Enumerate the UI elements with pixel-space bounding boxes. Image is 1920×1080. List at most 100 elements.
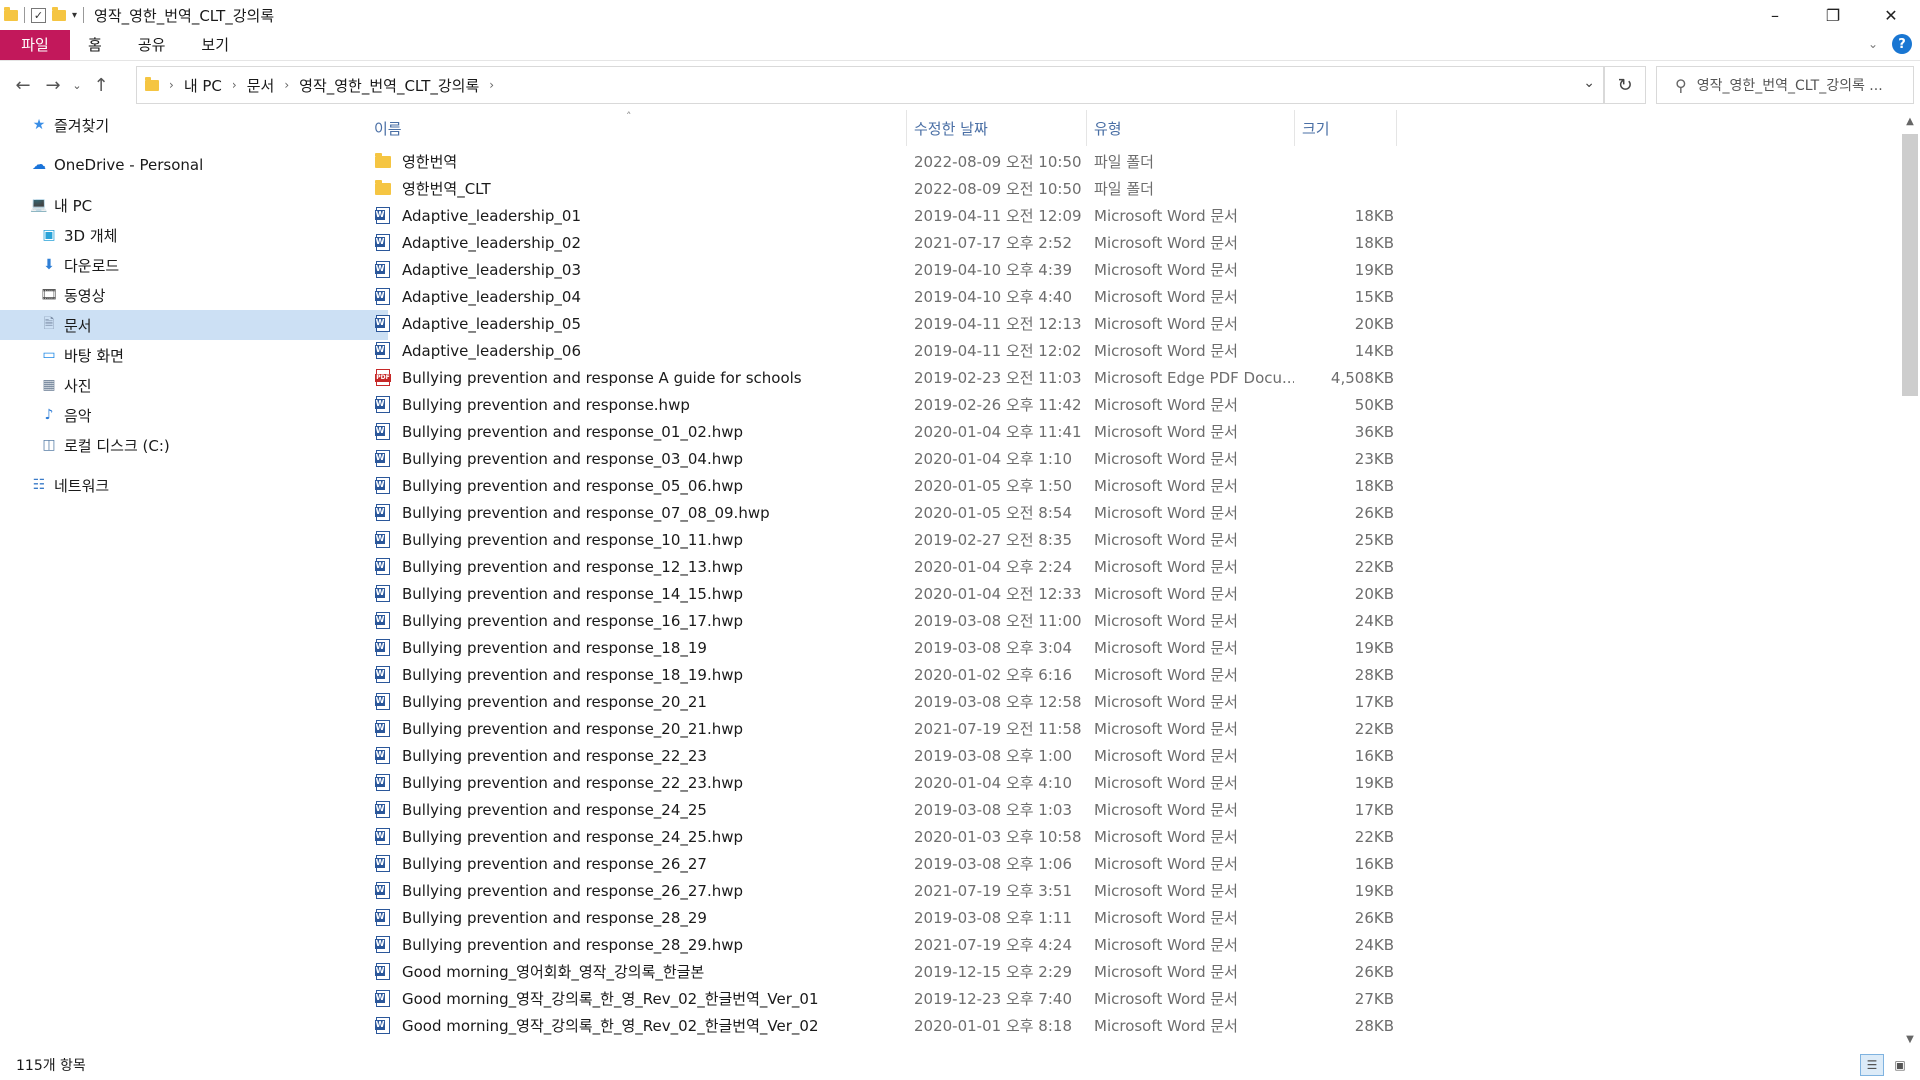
file-name-cell[interactable]: Adaptive_leadership_01 [374,207,904,225]
file-row[interactable]: Adaptive_leadership_04 2019-04-10 오후 4:40… [374,283,1554,310]
search-box[interactable]: ⚲ 영작_영한_번역_CLT_강의록 ... [1656,66,1914,104]
column-header-size[interactable]: 크기 [1302,110,1330,146]
file-row[interactable]: Bullying prevention and response_22_23 20… [374,742,1554,769]
forward-button[interactable]: → [38,75,68,96]
file-row[interactable]: Bullying prevention and response_18_19.h… [374,661,1554,688]
file-name-cell[interactable]: Bullying prevention and response_26_27.h… [374,882,904,900]
column-header-type[interactable]: 유형 [1094,110,1122,146]
file-name-cell[interactable]: Bullying prevention and response_28_29 [374,909,904,927]
file-name-cell[interactable]: Bullying prevention and response_01_02.h… [374,423,904,441]
file-row[interactable]: Good morning_영어회화_영작_강의록_한글본 2019-12-15 오… [374,958,1554,985]
file-row[interactable]: Bullying prevention and response_20_21.h… [374,715,1554,742]
column-header-date[interactable]: 수정한 날짜 [914,110,988,146]
file-name-cell[interactable]: Good morning_영작_강의록_한_영_Rev_02_한글번역_Ver_… [374,988,904,1009]
nav-item-favorites[interactable]: ★ 즐겨찾기 [0,110,378,140]
file-row[interactable]: Bullying prevention and response_24_25.h… [374,823,1554,850]
tab-home[interactable]: 홈 [70,30,120,60]
recent-locations-icon[interactable]: ⌄ [68,79,86,92]
tab-file[interactable]: 파일 [0,30,70,60]
file-name-cell[interactable]: Bullying prevention and response A guide… [374,369,904,387]
file-row[interactable]: Bullying prevention and response_05_06.h… [374,472,1554,499]
file-row[interactable]: Bullying prevention and response A guide… [374,364,1554,391]
file-name-cell[interactable]: Adaptive_leadership_03 [374,261,904,279]
file-row[interactable]: Bullying prevention and response_01_02.h… [374,418,1554,445]
file-name-cell[interactable]: Bullying prevention and response_24_25 [374,801,904,819]
file-name-cell[interactable]: Bullying prevention and response_28_29.h… [374,936,904,954]
file-name-cell[interactable]: Bullying prevention and response_22_23 [374,747,904,765]
help-icon[interactable]: ? [1892,34,1912,54]
file-row[interactable]: Bullying prevention and response_14_15.h… [374,580,1554,607]
address-bar[interactable]: › 내 PC › 문서 › 영작_영한_번역_CLT_강의록 › ⌄ [136,66,1604,104]
column-divider[interactable] [906,110,907,146]
nav-item-downloads[interactable]: ⬇ 다운로드 [0,250,388,280]
nav-item-documents[interactable]: 🗎 문서 [0,310,388,340]
file-name-cell[interactable]: Bullying prevention and response_20_21 [374,693,904,711]
file-name-cell[interactable]: Good morning_영작_강의록_한_영_Rev_02_한글번역_Ver_… [374,1015,904,1036]
column-divider[interactable] [1086,110,1087,146]
file-row[interactable]: Bullying prevention and response_12_13.h… [374,553,1554,580]
file-name-cell[interactable]: Bullying prevention and response_18_19.h… [374,666,904,684]
file-name-cell[interactable]: Bullying prevention and response_14_15.h… [374,585,904,603]
nav-item-desktop[interactable]: ▭ 바탕 화면 [0,340,388,370]
chevron-right-icon[interactable]: › [489,78,494,92]
file-row[interactable]: Adaptive_leadership_06 2019-04-11 오전 12:0… [374,337,1554,364]
address-history-dropdown-icon[interactable]: ⌄ [1583,75,1595,91]
file-row[interactable]: Bullying prevention and response_28_29.h… [374,931,1554,958]
file-name-cell[interactable]: Bullying prevention and response_24_25.h… [374,828,904,846]
chevron-right-icon[interactable]: › [169,78,174,92]
file-row[interactable]: Bullying prevention and response_24_25 20… [374,796,1554,823]
file-name-cell[interactable]: Bullying prevention and response.hwp [374,396,904,414]
file-row[interactable]: Bullying prevention and response_28_29 20… [374,904,1554,931]
nav-item-onedrive[interactable]: ☁ OneDrive - Personal [0,150,378,180]
file-row[interactable]: Bullying prevention and response_16_17.h… [374,607,1554,634]
nav-item-pictures[interactable]: ▦ 사진 [0,370,388,400]
file-row[interactable]: Bullying prevention and response_18_19 20… [374,634,1554,661]
minimize-button[interactable]: – [1746,0,1804,30]
folder-row[interactable]: 영한번역_CLT 2022-08-09 오전 10:50 파일 폴더 [374,175,1554,202]
file-row[interactable]: Bullying prevention and response_22_23.h… [374,769,1554,796]
file-name-cell[interactable]: Bullying prevention and response_12_13.h… [374,558,904,576]
refresh-button[interactable]: ↻ [1604,66,1646,104]
file-row[interactable]: Good morning_영작_강의록_한_영_Rev_02_한글번역_Ver_… [374,985,1554,1012]
nav-item-music[interactable]: ♪ 음악 [0,400,388,430]
details-view-icon[interactable]: ☰ [1860,1054,1884,1076]
properties-checkbox-icon[interactable]: ✓ [31,7,46,23]
file-name-cell[interactable]: Bullying prevention and response_03_04.h… [374,450,904,468]
file-row[interactable]: Bullying prevention and response_03_04.h… [374,445,1554,472]
file-name-cell[interactable]: 영한번역 [374,151,904,172]
scroll-down-icon[interactable]: ▼ [1900,1030,1920,1050]
customize-dropdown-icon[interactable]: ▾ [72,10,77,21]
file-name-cell[interactable]: Bullying prevention and response_16_17.h… [374,612,904,630]
crumb-current-folder[interactable]: 영작_영한_번역_CLT_강의록 [299,75,479,96]
search-input[interactable]: 영작_영한_번역_CLT_강의록 ... [1697,75,1883,95]
file-name-cell[interactable]: Good morning_영어회화_영작_강의록_한글본 [374,961,904,982]
file-name-cell[interactable]: Bullying prevention and response_10_11.h… [374,531,904,549]
vertical-scrollbar[interactable]: ▲ ▼ [1900,112,1920,1052]
nav-item-3d-objects[interactable]: ▣ 3D 개체 [0,220,388,250]
file-name-cell[interactable]: Adaptive_leadership_02 [374,234,904,252]
file-name-cell[interactable]: Bullying prevention and response_07_08_0… [374,504,904,522]
column-divider[interactable] [1396,110,1397,146]
file-row[interactable]: Good morning_영작_강의록_한_영_Rev_02_한글번역_Ver_… [374,1012,1554,1039]
scroll-up-icon[interactable]: ▲ [1900,112,1920,132]
new-folder-icon[interactable] [52,6,66,21]
expand-ribbon-icon[interactable]: ⌄ [1868,37,1878,51]
file-name-cell[interactable]: Adaptive_leadership_05 [374,315,904,333]
up-button[interactable]: ↑ [86,75,116,96]
nav-item-network[interactable]: ☷ 네트워크 [0,470,378,500]
file-row[interactable]: Adaptive_leadership_03 2019-04-10 오후 4:39… [374,256,1554,283]
file-row[interactable]: Bullying prevention and response.hwp 2019… [374,391,1554,418]
file-name-cell[interactable]: Bullying prevention and response_05_06.h… [374,477,904,495]
file-name-cell[interactable]: Bullying prevention and response_20_21.h… [374,720,904,738]
column-divider[interactable] [1294,110,1295,146]
file-name-cell[interactable]: 영한번역_CLT [374,178,904,199]
scroll-thumb[interactable] [1902,134,1918,396]
chevron-right-icon[interactable]: › [284,78,289,92]
file-row[interactable]: Bullying prevention and response_26_27 20… [374,850,1554,877]
file-row[interactable]: Adaptive_leadership_01 2019-04-11 오전 12:0… [374,202,1554,229]
tab-view[interactable]: 보기 [183,30,247,60]
nav-item-this-pc[interactable]: 💻 내 PC [0,190,378,220]
file-name-cell[interactable]: Bullying prevention and response_26_27 [374,855,904,873]
file-row[interactable]: Bullying prevention and response_07_08_0… [374,499,1554,526]
file-row[interactable]: Bullying prevention and response_10_11.h… [374,526,1554,553]
